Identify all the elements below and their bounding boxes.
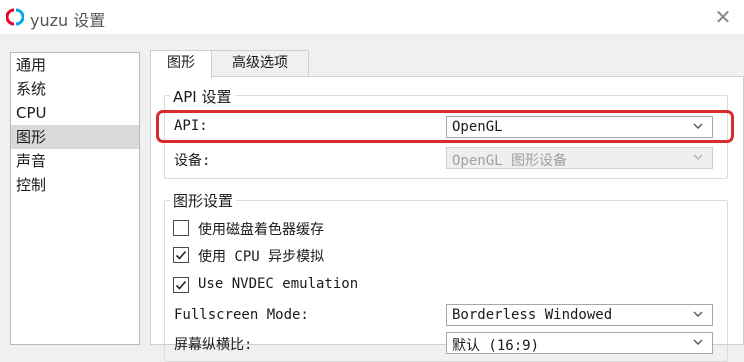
aspect-ratio-label: 屏幕纵横比:	[174, 337, 253, 353]
tab-advanced[interactable]: 高级选项	[211, 50, 309, 76]
sidebar-item-controls[interactable]: 控制	[11, 173, 139, 197]
checkmark-icon	[175, 250, 187, 260]
api-settings-title: API 设置	[170, 86, 235, 107]
device-label: 设备:	[174, 153, 211, 169]
device-select-value: OpenGL 图形设备	[452, 153, 568, 169]
api-select[interactable]: OpenGL	[446, 116, 713, 138]
graphics-settings-title: 图形设置	[170, 190, 237, 211]
fullscreen-mode-label: Fullscreen Mode:	[174, 307, 309, 323]
api-label: API:	[174, 118, 208, 134]
window-title: yuzu 设置	[30, 11, 106, 30]
checkbox-label: Use NVDEC emulation	[198, 276, 359, 292]
title-bar: yuzu 设置 ✕	[0, 0, 744, 34]
fullscreen-mode-select[interactable]: Borderless Windowed	[446, 304, 713, 326]
checkbox-label: 使用磁盘着色器缓存	[198, 222, 324, 238]
close-icon[interactable]: ✕	[710, 4, 736, 30]
sidebar-item-general[interactable]: 通用	[11, 53, 139, 77]
chevron-down-icon	[693, 339, 703, 345]
fullscreen-mode-value: Borderless Windowed	[452, 307, 613, 323]
sidebar-item-graphics[interactable]: 图形	[11, 125, 139, 149]
yuzu-logo-icon	[6, 8, 24, 26]
sidebar-item-cpu[interactable]: CPU	[11, 101, 139, 125]
aspect-ratio-value: 默认 (16:9)	[452, 338, 540, 354]
checkbox-box[interactable]	[173, 220, 189, 236]
chevron-down-icon	[693, 123, 703, 129]
sidebar-item-system[interactable]: 系统	[11, 77, 139, 101]
settings-sidebar: 通用 系统 CPU 图形 声音 控制	[10, 52, 140, 345]
tab-graphics[interactable]: 图形	[150, 50, 212, 78]
chevron-down-icon	[693, 311, 703, 317]
checkbox-label: 使用 CPU 异步模拟	[198, 249, 325, 265]
api-select-value: OpenGL	[452, 119, 503, 135]
device-select[interactable]: OpenGL 图形设备	[446, 147, 713, 169]
checkbox-box[interactable]	[173, 277, 189, 293]
chevron-down-icon	[693, 154, 703, 160]
checkmark-icon	[175, 280, 187, 290]
aspect-ratio-select[interactable]: 默认 (16:9)	[446, 332, 713, 354]
checkbox-box[interactable]	[173, 247, 189, 263]
sidebar-item-audio[interactable]: 声音	[11, 149, 139, 173]
